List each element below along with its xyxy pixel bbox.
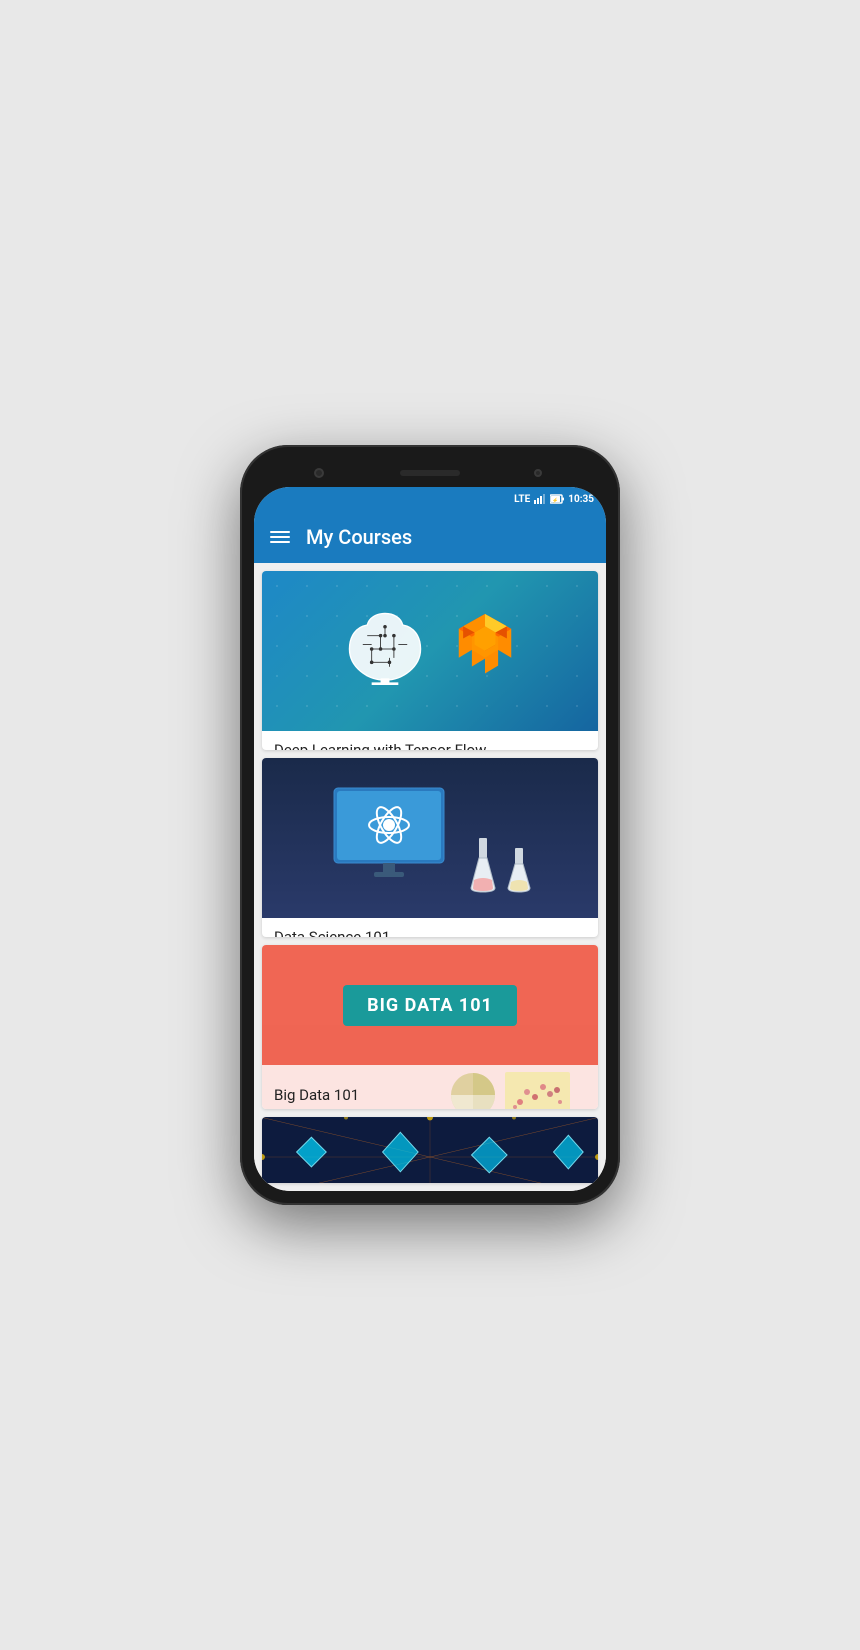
- monitor-container: [329, 783, 531, 893]
- speaker-grille: [400, 470, 460, 476]
- course-list: Deep Learning with Tensor Flow NEW COURS…: [254, 563, 606, 1191]
- page-title: My Courses: [306, 525, 412, 549]
- status-bar: LTE ⚡ 10:35: [254, 487, 606, 511]
- bigdata-chart-area: Big Data 101: [262, 1065, 598, 1109]
- brain-icon: [340, 609, 430, 693]
- battery-icon: ⚡: [550, 494, 564, 504]
- bigdata-banner: BIG DATA 101: [343, 985, 517, 1026]
- course-card-deep-learning[interactable]: Deep Learning with Tensor Flow NEW COURS…: [262, 571, 598, 750]
- course-title-bd: Big Data 101: [274, 1086, 359, 1104]
- course-info-dl: Deep Learning with Tensor Flow: [262, 731, 598, 750]
- hamburger-line-2: [270, 536, 290, 538]
- phone-screen: LTE ⚡ 10:35 My Courses: [254, 487, 606, 1191]
- crystal-pattern: [262, 1117, 598, 1183]
- flask-icon-1: [469, 838, 497, 893]
- bigdata-banner-text: BIG DATA 101: [367, 995, 493, 1016]
- svg-text:⚡: ⚡: [553, 497, 559, 504]
- course-thumbnail-ds: [262, 758, 598, 918]
- course-title-ds: Data Science 101: [274, 928, 586, 937]
- course-thumbnail-dl: [262, 571, 598, 731]
- signal-bars-icon: [534, 494, 546, 504]
- hamburger-menu-button[interactable]: [270, 531, 290, 543]
- course-title-dl: Deep Learning with Tensor Flow: [274, 741, 586, 750]
- course-thumbnail-quantum: [262, 1117, 598, 1183]
- tensorflow-icon: [450, 609, 520, 693]
- signal-lte: LTE: [514, 494, 530, 505]
- crystal-svg: [262, 1117, 598, 1183]
- time-display: 10:35: [568, 494, 594, 505]
- app-bar: My Courses: [254, 511, 606, 563]
- monitor-icon: [329, 783, 459, 893]
- course-card-big-data[interactable]: BIG DATA 101 Big Data 101: [262, 945, 598, 1109]
- flask-icon-2: [507, 848, 531, 893]
- pie-chart-icon: [448, 1070, 498, 1109]
- course-info-ds: Data Science 101: [262, 918, 598, 937]
- scatter-chart-icon: [505, 1072, 570, 1109]
- camera-dot: [314, 468, 324, 478]
- course-card-quantum[interactable]: [262, 1117, 598, 1183]
- phone-notch: [254, 459, 606, 487]
- hamburger-line-1: [270, 531, 290, 533]
- course-thumbnail-bd: BIG DATA 101: [262, 945, 598, 1065]
- phone-frame: LTE ⚡ 10:35 My Courses: [240, 445, 620, 1205]
- front-camera: [534, 469, 542, 477]
- hamburger-line-3: [270, 541, 290, 543]
- course-card-data-science[interactable]: Data Science 101 NEW COURSE CONTENT: [262, 758, 598, 937]
